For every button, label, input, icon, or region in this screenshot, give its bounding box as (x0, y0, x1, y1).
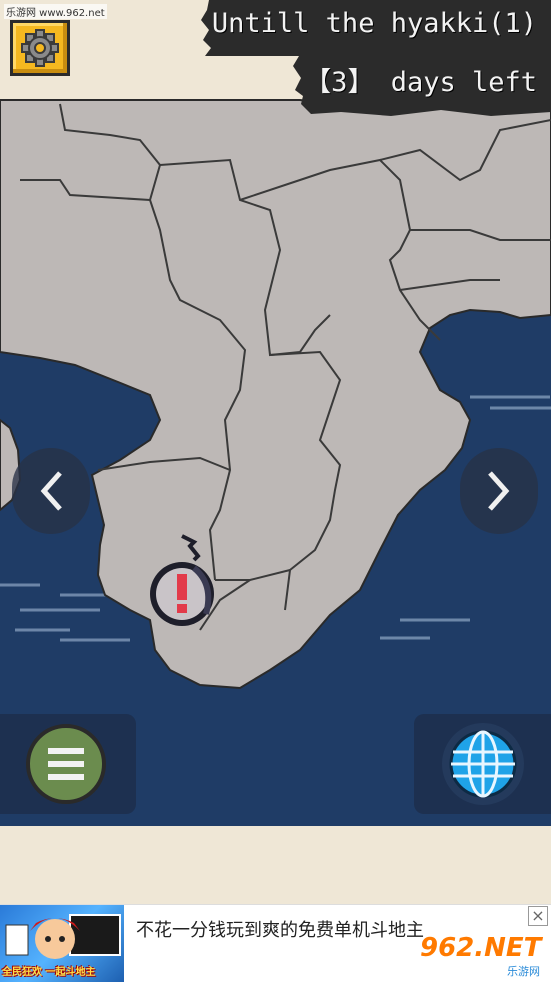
chevron-right-icon (488, 471, 510, 511)
ad-logo-main: 962.NET (420, 933, 542, 963)
watermark-text: 乐游网 www.962.net (4, 4, 107, 19)
ad-thumbnail: 全民狂欢 一起斗地主 (0, 905, 124, 982)
hamburger-menu-icon (48, 748, 84, 780)
ad-text: 不花一分钱玩到爽的免费单机斗地主 (136, 920, 424, 941)
globe-icon (449, 730, 517, 798)
gear-icon (21, 29, 59, 67)
ad-logo: 962.NET 乐游网 (420, 933, 546, 979)
title-banner: Untill the hyakki(1) 【3】 days left (191, 0, 551, 118)
ad-logo-sub: 乐游网 (507, 965, 540, 978)
menu-button[interactable] (26, 724, 106, 804)
hyakki-title: Untill the hyakki(1) (211, 8, 537, 39)
world-panel (414, 714, 551, 814)
world-map-button[interactable] (442, 723, 524, 805)
chevron-left-icon (40, 471, 62, 511)
ad-banner[interactable]: 全民狂欢 一起斗地主 不花一分钱玩到爽的免费单机斗地主 962.NET 乐游网 (0, 904, 551, 982)
menu-panel (0, 714, 136, 814)
days-left-text: 【3】 days left (304, 67, 537, 98)
settings-button[interactable] (10, 20, 70, 76)
alert-marker-icon (150, 534, 214, 626)
ad-thumb-label: 全民狂欢 一起斗地主 (2, 967, 96, 978)
ad-close-button[interactable]: × (528, 906, 548, 926)
previous-area-button[interactable] (12, 448, 90, 534)
next-area-button[interactable] (460, 448, 538, 534)
event-marker[interactable]: ! (144, 534, 220, 634)
bottom-parchment (0, 826, 551, 904)
